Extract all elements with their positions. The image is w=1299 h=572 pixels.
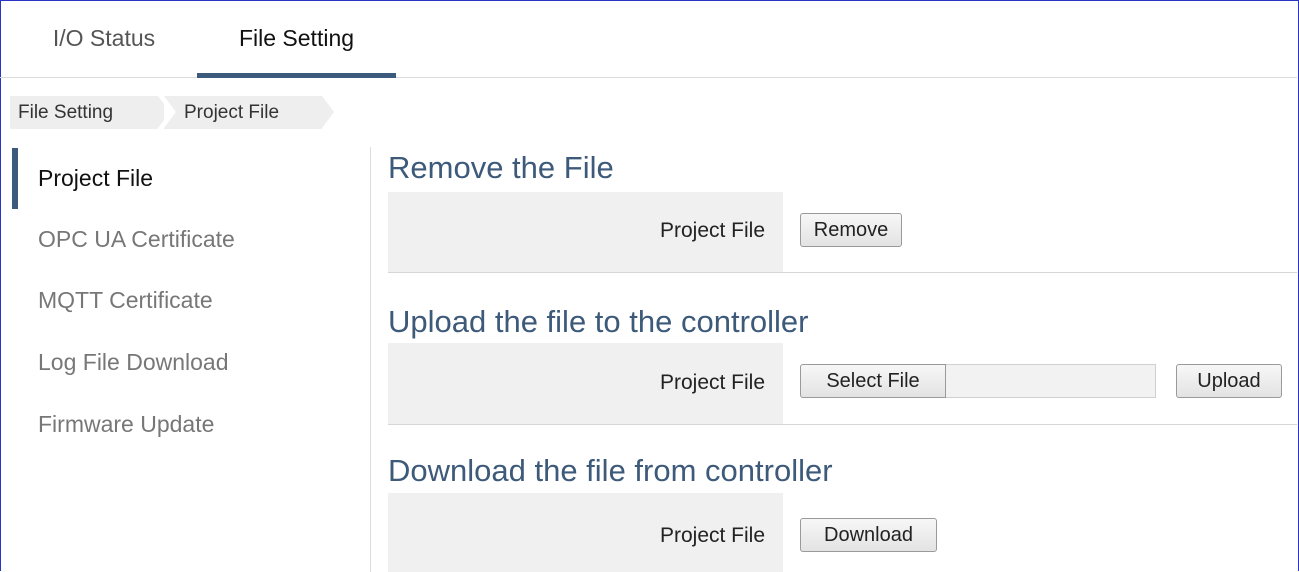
remove-row-value: Remove — [783, 192, 1297, 272]
upload-row-label: Project File — [659, 371, 765, 394]
upload-row-value: Select File Upload — [783, 343, 1297, 424]
tab-file-setting[interactable]: File Setting — [197, 0, 396, 78]
remove-section-title: Remove the File — [388, 150, 614, 185]
sidebar-item-firmware-update[interactable]: Firmware Update — [38, 404, 214, 444]
active-tab-indicator — [197, 73, 396, 78]
remove-button[interactable]: Remove — [800, 213, 902, 247]
sidebar-active-indicator — [12, 148, 18, 209]
download-row: Project File Download — [388, 493, 1297, 572]
breadcrumb-file-setting-label: File Setting — [18, 102, 114, 123]
remove-row: Project File Remove — [388, 192, 1297, 273]
remove-row-label: Project File — [659, 219, 765, 242]
tab-file-setting-label: File Setting — [238, 25, 355, 51]
breadcrumb-project-file[interactable]: Project File — [164, 96, 334, 129]
download-button[interactable]: Download — [800, 518, 937, 552]
upload-section-title: Upload the file to the controller — [388, 304, 809, 339]
select-file-button[interactable]: Select File — [800, 364, 946, 398]
tab-io-status-label: I/O Status — [52, 25, 156, 51]
download-section-title: Download the file from controller — [388, 453, 833, 488]
breadcrumb-project-file-label: Project File — [184, 102, 280, 123]
top-tab-bar: I/O Status File Setting — [0, 0, 1297, 78]
breadcrumb-notch — [164, 96, 176, 128]
tab-io-status[interactable]: I/O Status — [28, 0, 180, 77]
sidebar-divider — [370, 147, 371, 572]
sidebar: Project File OPC UA Certificate MQTT Cer… — [0, 147, 370, 572]
sidebar-item-project-file[interactable]: Project File — [38, 158, 153, 198]
download-row-label: Project File — [659, 524, 765, 547]
upload-row: Project File Select File Upload — [388, 343, 1297, 425]
sidebar-item-log-file-download[interactable]: Log File Download — [38, 342, 229, 382]
breadcrumb-end-arrow — [322, 96, 334, 128]
upload-button[interactable]: Upload — [1176, 364, 1282, 398]
sidebar-item-mqtt-certificate[interactable]: MQTT Certificate — [38, 280, 213, 320]
selected-file-name — [946, 364, 1156, 398]
sidebar-item-opc-ua-certificate[interactable]: OPC UA Certificate — [38, 219, 235, 259]
download-row-value: Download — [783, 493, 1297, 572]
breadcrumb-file-setting[interactable]: File Setting — [10, 96, 170, 129]
